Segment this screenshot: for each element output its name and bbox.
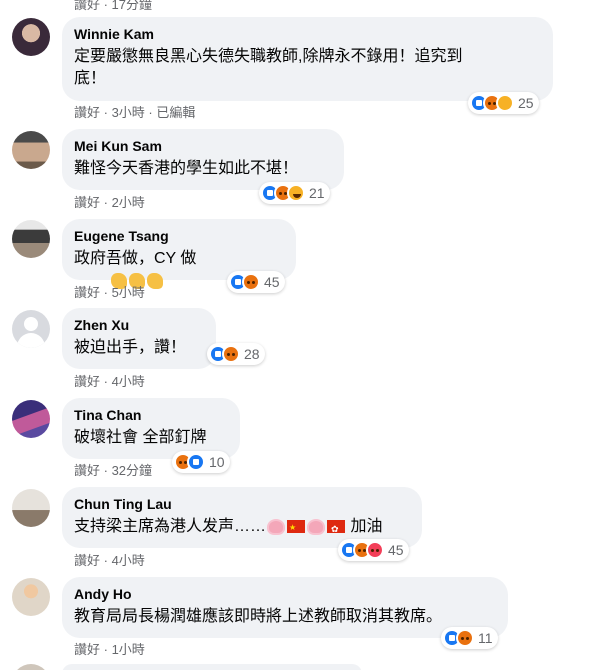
comment-bubble: Mei Kun Sam 難怪今天香港的學生如此不堪！: [62, 129, 344, 190]
comment-meta: 讚好 · 4小時: [74, 553, 145, 568]
hong-kong-flag-icon: [327, 518, 346, 540]
comment-meta: 讚好 · 1小時: [74, 642, 145, 657]
heart-icon: [267, 518, 286, 535]
reaction-count: 10: [209, 454, 225, 470]
comment-bubble: Andy Ho 教育局局長楊潤雄應該即時將上述教師取消其教席。: [62, 577, 508, 638]
care-reaction-icon: [496, 94, 514, 112]
reaction-summary[interactable]: 21: [259, 182, 330, 204]
comment-author[interactable]: Eugene Tsang: [74, 227, 284, 245]
comment-time[interactable]: 4小時: [112, 374, 145, 389]
reaction-count: 25: [518, 95, 534, 111]
comment-author[interactable]: Chun Ting Lau: [74, 495, 410, 513]
comment-author[interactable]: Tina Chan: [74, 406, 228, 424]
comment-bubble: Zhen Xu 被迫出手，讚！: [62, 308, 216, 369]
like-link[interactable]: 讚好: [74, 285, 100, 300]
avatar[interactable]: [12, 18, 50, 56]
like-link[interactable]: 讚好: [74, 195, 100, 210]
reaction-count: 11: [478, 630, 493, 646]
reaction-count: 21: [309, 185, 325, 201]
comment-text: 支持梁主席為港人发声…… 加油: [74, 516, 410, 540]
comment-meta: 讚好 · 32分鐘: [74, 463, 153, 478]
comment-text-content: 政府吾做，CY 做: [74, 250, 197, 267]
next-comment-bubble-partial: [62, 664, 362, 670]
reaction-count: 45: [388, 542, 404, 558]
comment-author[interactable]: Winnie Kam: [74, 25, 541, 43]
next-comment-partial: [12, 664, 50, 670]
avatar[interactable]: [12, 489, 50, 527]
comment-meta: 讚好 · 3小時 · 已編輯: [74, 105, 196, 120]
angry-reaction-icon: [456, 629, 474, 647]
like-link[interactable]: 讚好: [74, 642, 100, 657]
comment-author[interactable]: Zhen Xu: [74, 316, 204, 334]
like-link[interactable]: 讚好: [74, 463, 100, 478]
comment-text: 難怪今天香港的學生如此不堪！: [74, 160, 299, 177]
comment-time[interactable]: 3小時: [112, 105, 145, 120]
avatar[interactable]: [12, 310, 50, 348]
comment-text: 被迫出手，讚！: [74, 339, 187, 356]
haha-reaction-icon: [287, 184, 305, 202]
reaction-summary[interactable]: 11: [441, 627, 498, 649]
comment-time[interactable]: 1小時: [112, 642, 145, 657]
comment-author[interactable]: Andy Ho: [74, 585, 496, 603]
comment-meta: 讚好 · 4小時: [74, 374, 145, 389]
comment-meta: 讚好 · 2小時: [74, 195, 145, 210]
reaction-summary[interactable]: 45: [338, 539, 409, 561]
china-flag-icon: [287, 517, 306, 539]
reaction-summary[interactable]: 10: [172, 451, 230, 473]
reaction-summary[interactable]: 28: [207, 343, 265, 365]
avatar[interactable]: [12, 400, 50, 438]
comment-bubble: Winnie Kam 定要嚴懲無良黑心失德失職教師,除牌永不錄用！追究到 底！: [62, 17, 553, 101]
heart-icon: [307, 518, 326, 535]
reaction-count: 45: [264, 274, 280, 290]
comment-time[interactable]: 32分鐘: [112, 463, 152, 478]
comment-time[interactable]: 2小時: [112, 195, 145, 210]
comment-text: 定要嚴懲無良黑心失德失職教師,除牌永不錄用！追究到 底！: [74, 48, 463, 87]
comment-text: 破壞社會 全部釘牌: [74, 429, 207, 446]
comment-time[interactable]: 4小時: [112, 553, 145, 568]
angry-reaction-icon: [242, 273, 260, 291]
comment-text-suffix: 加油: [350, 518, 383, 535]
angry-reaction-icon: [222, 345, 240, 363]
like-link[interactable]: 讚好: [74, 374, 100, 389]
edited-label: 已編輯: [156, 105, 196, 120]
reaction-summary[interactable]: 25: [468, 92, 539, 114]
comment-meta: 讚好 · 5小時: [74, 285, 145, 300]
comment-author[interactable]: Mei Kun Sam: [74, 137, 332, 155]
comment-text-content: 支持梁主席為港人发声……: [74, 518, 267, 535]
avatar[interactable]: [12, 578, 50, 616]
reaction-summary[interactable]: 45: [227, 271, 285, 293]
like-link[interactable]: 讚好: [74, 553, 100, 568]
avatar[interactable]: [12, 131, 50, 169]
comment-text: 教育局局長楊潤雄應該即時將上述教師取消其教席。: [74, 608, 443, 625]
like-link[interactable]: 讚好: [74, 105, 100, 120]
love-reaction-icon: [366, 541, 384, 559]
previous-comment-meta: 讚好 · 17分鐘: [74, 0, 153, 12]
comment-bubble: Tina Chan 破壞社會 全部釘牌: [62, 398, 240, 459]
like-reaction-icon: [187, 453, 205, 471]
avatar[interactable]: [12, 220, 50, 258]
reaction-count: 28: [244, 346, 260, 362]
flexed-biceps-icon: [146, 272, 163, 289]
comment-time[interactable]: 5小時: [112, 285, 145, 300]
